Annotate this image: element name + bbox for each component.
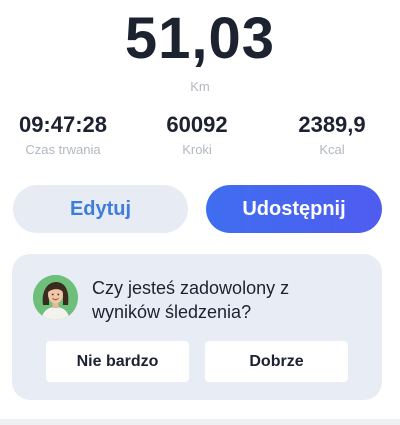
steps-value: 60092 <box>166 112 228 137</box>
assistant-avatar-icon <box>33 275 78 320</box>
good-button[interactable]: Dobrze <box>205 341 348 382</box>
share-button[interactable]: Udostępnij <box>206 185 382 233</box>
avatar <box>33 275 78 320</box>
stat-calories: 2389,9 Kcal <box>262 112 400 157</box>
edit-button[interactable]: Edytuj <box>13 185 188 233</box>
steps-label: Kroki <box>182 142 212 157</box>
bottom-divider <box>0 419 400 425</box>
feedback-card: Czy jesteś zadowolony z wyników śledzeni… <box>12 254 382 400</box>
distance-unit: Km <box>190 79 210 94</box>
stat-duration: 09:47:28 Czas trwania <box>0 112 133 157</box>
stat-steps: 60092 Kroki <box>127 112 267 157</box>
calories-label: Kcal <box>319 142 345 157</box>
distance-value: 51,03 <box>124 6 276 71</box>
duration-label: Czas trwania <box>25 142 101 157</box>
activity-summary-screen: 51,03 Km 09:47:28 Czas trwania 60092 Kro… <box>0 0 400 425</box>
calories-value: 2389,9 <box>298 112 366 137</box>
feedback-question: Czy jesteś zadowolony z wyników śledzeni… <box>92 278 290 322</box>
duration-value: 09:47:28 <box>18 112 108 137</box>
not-really-button[interactable]: Nie bardzo <box>46 341 189 382</box>
